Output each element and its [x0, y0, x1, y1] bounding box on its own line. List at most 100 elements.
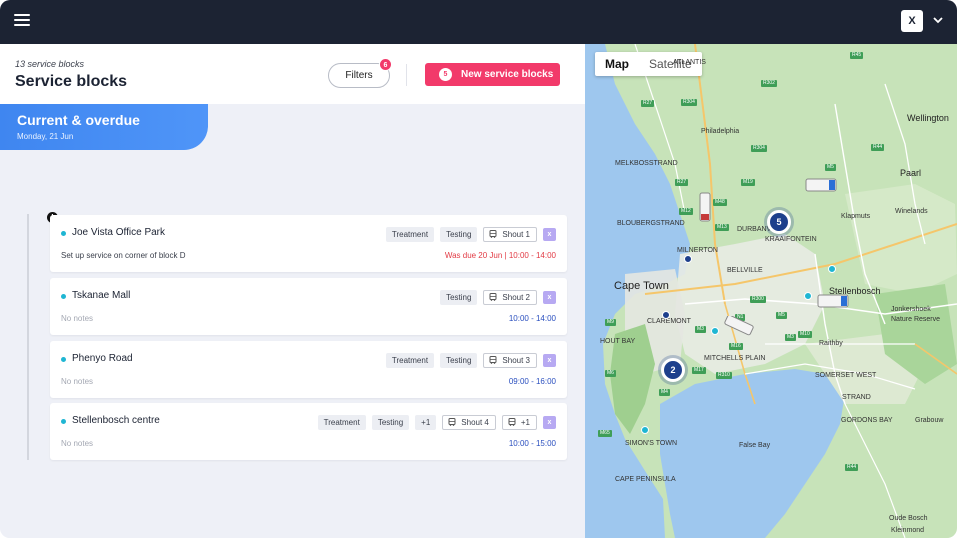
place-label: BLOUBERGSTRAND — [617, 220, 685, 227]
remove-button[interactable]: x — [543, 353, 556, 367]
remove-button[interactable]: x — [543, 415, 556, 429]
tag-treatment: Treatment — [385, 226, 435, 242]
place-label: Paarl — [900, 168, 922, 178]
service-block-name: Tskanae Mall — [72, 290, 131, 301]
place-label: False Bay — [739, 442, 771, 449]
place-label: STRAND — [842, 394, 871, 401]
service-block-name: Phenyo Road — [72, 353, 133, 364]
place-label: MILNERTON — [677, 247, 718, 254]
shout-label: Shout 3 — [502, 355, 530, 365]
place-label: SIMON'S TOWN — [625, 440, 678, 447]
service-block-time: 10:00 - 15:00 — [508, 439, 556, 448]
app-window: X 13 service blocks Service blocks Filte… — [0, 0, 957, 538]
tag-treatment: Treatment — [385, 352, 435, 368]
shout-label: Shout 1 — [502, 229, 530, 239]
map-marker[interactable] — [662, 311, 670, 319]
shout-more-label: +1 — [520, 417, 530, 427]
truck-icon — [724, 316, 754, 336]
map-marker[interactable] — [641, 426, 649, 434]
map-marker[interactable] — [828, 265, 836, 273]
route-shield: M48 — [713, 199, 727, 206]
map-cluster[interactable]: 5 — [767, 210, 791, 234]
tag-testing: Testing — [440, 289, 478, 305]
map-marker[interactable] — [684, 255, 692, 263]
place-label: Grabouw — [915, 417, 944, 424]
place-label: Jonkershoek — [891, 306, 931, 313]
service-block-card[interactable]: Phenyo Road Treatment Testing Shout 3 x … — [50, 341, 567, 398]
current-overdue-header: Current & overdue Monday, 21 Jun — [0, 104, 208, 150]
status-dot — [61, 357, 66, 362]
service-blocks-panel: 13 service blocks Service blocks Filters… — [0, 44, 585, 538]
panel-header: 13 service blocks Service blocks Filters… — [0, 44, 585, 104]
remove-button[interactable]: x — [543, 227, 556, 241]
shout-chip[interactable]: Shout 2 — [483, 289, 537, 305]
status-dot — [61, 419, 66, 424]
route-shield: M4 — [659, 389, 670, 396]
tag-testing: Testing — [440, 352, 478, 368]
bus-icon — [489, 356, 497, 364]
route-shield: M3 — [785, 334, 796, 341]
place-label: KRAAIFONTEIN — [765, 236, 817, 243]
new-count-badge: 5 — [439, 68, 452, 81]
truck-icon — [699, 192, 711, 222]
bus-icon — [508, 418, 516, 426]
route-shield: M5 — [825, 164, 836, 171]
map-cluster[interactable]: 2 — [661, 358, 685, 382]
service-block-name: Joe Vista Office Park — [72, 227, 166, 238]
place-label: GORDONS BAY — [841, 417, 893, 424]
route-shield: M13 — [715, 224, 729, 231]
route-shield: R304 — [681, 99, 697, 106]
service-block-card[interactable]: Stellenbosch centre Treatment Testing +1… — [50, 403, 567, 460]
place-label: HOUT BAY — [600, 338, 636, 345]
place-label: Winelands — [895, 208, 928, 215]
shout-chip[interactable]: Shout 3 — [483, 352, 537, 368]
filters-count-badge: 6 — [379, 58, 392, 71]
tag-testing: Testing — [371, 414, 410, 430]
route-shield: R27 — [675, 179, 689, 186]
shout-chip[interactable]: Shout 4 — [442, 414, 496, 430]
map-marker[interactable] — [711, 327, 719, 335]
route-shield: M6 — [605, 370, 616, 377]
place-label: Oude Bosch — [889, 515, 928, 522]
shout-label: Shout 2 — [502, 292, 530, 302]
card-tags: Treatment Testing Shout 3 x — [385, 352, 556, 368]
place-label: Klapmuts — [841, 213, 871, 220]
place-label: CLAREMONT — [647, 318, 691, 325]
remove-button[interactable]: x — [543, 290, 556, 304]
map-marker[interactable] — [804, 292, 812, 300]
card-tags: Testing Shout 2 x — [440, 289, 556, 305]
service-block-time: 09:00 - 16:00 — [508, 377, 556, 386]
service-block-name: Stellenbosch centre — [72, 415, 160, 426]
shout-chip[interactable]: Shout 1 — [483, 226, 537, 242]
place-label: BELLVILLE — [727, 267, 763, 274]
shout-label: Shout 4 — [461, 417, 489, 427]
hamburger-menu-icon[interactable] — [14, 14, 30, 28]
map-view[interactable]: Map Satellite ATLANTIS Wellington Philad… — [585, 44, 957, 538]
route-shield: R44 — [871, 144, 885, 151]
place-label: Raithby — [819, 340, 843, 347]
chevron-down-icon[interactable] — [931, 13, 945, 27]
shout-more-chip[interactable]: +1 — [501, 414, 537, 430]
card-tags: Treatment Testing +1 Shout 4 +1 x — [317, 414, 556, 430]
service-block-card[interactable]: Joe Vista Office Park Treatment Testing … — [50, 215, 567, 272]
route-shield: M5 — [776, 312, 787, 319]
tag-testing: Testing — [440, 226, 478, 242]
new-service-blocks-button[interactable]: 5 New service blocks — [425, 63, 560, 86]
route-shield: M9 — [605, 319, 616, 326]
place-label: Kleinmond — [891, 527, 925, 534]
service-block-card[interactable]: Tskanae Mall Testing Shout 2 x No notes … — [50, 278, 567, 335]
status-dot — [61, 294, 66, 299]
route-shield: R27 — [641, 100, 655, 107]
user-avatar[interactable]: X — [901, 10, 923, 32]
service-block-note: Set up service on corner of block D — [61, 251, 186, 260]
place-label: CAPE PENINSULA — [615, 476, 676, 483]
page-title: Service blocks — [15, 73, 128, 90]
tag-treatment: Treatment — [317, 414, 366, 430]
bus-icon — [489, 293, 497, 301]
tag-more[interactable]: +1 — [415, 414, 437, 430]
map-view-button[interactable]: Map — [595, 52, 639, 76]
service-block-note: No notes — [61, 377, 94, 386]
timeline-line — [27, 214, 29, 460]
place-label: MELKBOSSTRAND — [615, 160, 678, 167]
service-block-time: Was due 20 Jun | 10:00 - 14:00 — [444, 251, 556, 260]
